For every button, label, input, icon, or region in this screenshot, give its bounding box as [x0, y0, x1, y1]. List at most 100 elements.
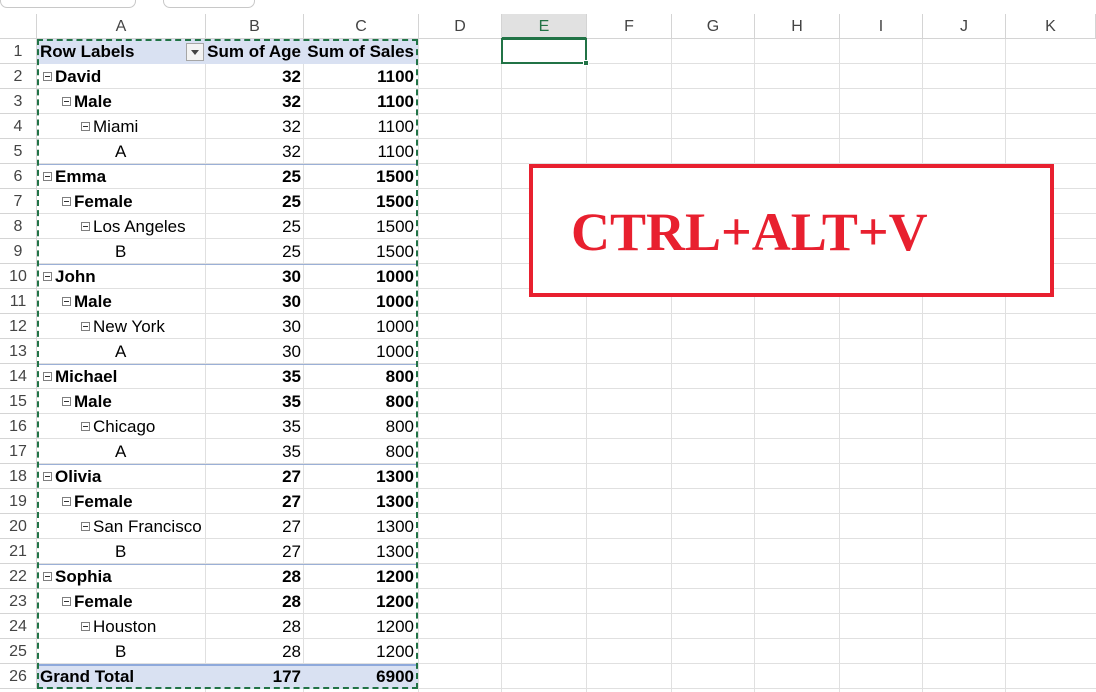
row-header-4[interactable]: 4 — [0, 114, 37, 139]
pivot-sales-value[interactable]: 1000 — [304, 289, 417, 314]
pivot-row-label[interactable]: John — [43, 264, 206, 289]
row-header-24[interactable]: 24 — [0, 614, 37, 639]
pivot-age-value[interactable]: 28 — [206, 614, 304, 639]
row-header-17[interactable]: 17 — [0, 439, 37, 464]
pivot-age-value[interactable]: 28 — [206, 564, 304, 589]
active-cell-E1[interactable] — [501, 38, 587, 64]
row-header-3[interactable]: 3 — [0, 89, 37, 114]
row-header-16[interactable]: 16 — [0, 414, 37, 439]
column-header-H[interactable]: H — [755, 14, 840, 39]
row-labels-filter-dropdown-icon[interactable] — [186, 43, 204, 61]
pivot-sales-value[interactable]: 1500 — [304, 239, 417, 264]
pivot-sum-sales-header[interactable]: Sum of Sales — [304, 39, 417, 64]
collapse-minus-icon[interactable] — [62, 196, 71, 206]
row-header-8[interactable]: 8 — [0, 214, 37, 239]
pivot-age-value[interactable]: 25 — [206, 189, 304, 214]
row-header-1[interactable]: 1 — [0, 39, 37, 64]
pivot-age-value[interactable]: 35 — [206, 364, 304, 389]
column-header-I[interactable]: I — [840, 14, 923, 39]
row-header-19[interactable]: 19 — [0, 489, 37, 514]
row-header-23[interactable]: 23 — [0, 589, 37, 614]
row-header-25[interactable]: 25 — [0, 639, 37, 664]
pivot-row-label[interactable]: Male — [62, 89, 206, 114]
pivot-age-value[interactable]: 30 — [206, 264, 304, 289]
select-all-corner[interactable] — [0, 14, 37, 39]
pivot-sales-value[interactable]: 1000 — [304, 339, 417, 364]
grand-total-sales[interactable]: 6900 — [304, 664, 417, 689]
pivot-age-value[interactable]: 30 — [206, 339, 304, 364]
pivot-sales-value[interactable]: 1300 — [304, 489, 417, 514]
tab-stub[interactable] — [0, 0, 136, 8]
row-header-10[interactable]: 10 — [0, 264, 37, 289]
pivot-age-value[interactable]: 32 — [206, 64, 304, 89]
pivot-row-label[interactable]: Emma — [43, 164, 206, 189]
pivot-row-label[interactable]: Male — [62, 389, 206, 414]
row-header-22[interactable]: 22 — [0, 564, 37, 589]
collapse-minus-icon[interactable] — [43, 271, 52, 281]
column-header-G[interactable]: G — [672, 14, 755, 39]
row-header-5[interactable]: 5 — [0, 139, 37, 164]
row-header-20[interactable]: 20 — [0, 514, 37, 539]
pivot-sales-value[interactable]: 1100 — [304, 64, 417, 89]
collapse-minus-icon[interactable] — [62, 496, 71, 506]
tab-stub[interactable] — [163, 0, 255, 8]
pivot-age-value[interactable]: 28 — [206, 639, 304, 664]
row-header-6[interactable]: 6 — [0, 164, 37, 189]
pivot-sales-value[interactable]: 1100 — [304, 89, 417, 114]
pivot-row-label[interactable]: Female — [62, 589, 206, 614]
pivot-age-value[interactable]: 35 — [206, 414, 304, 439]
pivot-age-value[interactable]: 25 — [206, 239, 304, 264]
pivot-row-label[interactable]: Chicago — [81, 414, 206, 439]
pivot-row-label[interactable]: Los Angeles — [81, 214, 206, 239]
fill-handle[interactable] — [583, 60, 589, 66]
pivot-age-value[interactable]: 30 — [206, 314, 304, 339]
pivot-sales-value[interactable]: 800 — [304, 439, 417, 464]
pivot-sales-value[interactable]: 1200 — [304, 639, 417, 664]
row-header-18[interactable]: 18 — [0, 464, 37, 489]
pivot-age-value[interactable]: 27 — [206, 464, 304, 489]
pivot-row-label[interactable]: Olivia — [43, 464, 206, 489]
pivot-row-label[interactable]: New York — [81, 314, 206, 339]
pivot-row-label[interactable]: B — [115, 639, 206, 664]
collapse-minus-icon[interactable] — [81, 221, 90, 231]
row-header-11[interactable]: 11 — [0, 289, 37, 314]
pivot-row-label[interactable]: Sophia — [43, 564, 206, 589]
pivot-age-value[interactable]: 27 — [206, 514, 304, 539]
collapse-minus-icon[interactable] — [81, 621, 90, 631]
pivot-sales-value[interactable]: 1200 — [304, 614, 417, 639]
pivot-age-value[interactable]: 32 — [206, 114, 304, 139]
row-header-7[interactable]: 7 — [0, 189, 37, 214]
column-header-C[interactable]: C — [304, 14, 419, 39]
pivot-row-label[interactable]: B — [115, 539, 206, 564]
pivot-age-value[interactable]: 30 — [206, 289, 304, 314]
row-header-13[interactable]: 13 — [0, 339, 37, 364]
collapse-minus-icon[interactable] — [43, 71, 52, 81]
collapse-minus-icon[interactable] — [43, 371, 52, 381]
pivot-row-label[interactable]: A — [115, 139, 206, 164]
row-header-9[interactable]: 9 — [0, 239, 37, 264]
pivot-age-value[interactable]: 28 — [206, 589, 304, 614]
column-header-A[interactable]: A — [37, 14, 206, 39]
collapse-minus-icon[interactable] — [62, 296, 71, 306]
pivot-age-value[interactable]: 35 — [206, 389, 304, 414]
pivot-sales-value[interactable]: 1100 — [304, 139, 417, 164]
pivot-sales-value[interactable]: 1300 — [304, 539, 417, 564]
row-header-14[interactable]: 14 — [0, 364, 37, 389]
collapse-minus-icon[interactable] — [43, 471, 52, 481]
pivot-age-value[interactable]: 35 — [206, 439, 304, 464]
pivot-row-label[interactable]: Female — [62, 489, 206, 514]
pivot-sum-age-header[interactable]: Sum of Age — [206, 39, 304, 64]
collapse-minus-icon[interactable] — [81, 521, 90, 531]
collapse-minus-icon[interactable] — [62, 96, 71, 106]
collapse-minus-icon[interactable] — [81, 121, 90, 131]
pivot-sales-value[interactable]: 1000 — [304, 314, 417, 339]
row-header-15[interactable]: 15 — [0, 389, 37, 414]
row-header-12[interactable]: 12 — [0, 314, 37, 339]
collapse-minus-icon[interactable] — [43, 171, 52, 181]
pivot-age-value[interactable]: 32 — [206, 89, 304, 114]
collapse-minus-icon[interactable] — [81, 421, 90, 431]
row-header-21[interactable]: 21 — [0, 539, 37, 564]
pivot-age-value[interactable]: 27 — [206, 489, 304, 514]
row-header-26[interactable]: 26 — [0, 664, 37, 689]
column-header-D[interactable]: D — [419, 14, 502, 39]
